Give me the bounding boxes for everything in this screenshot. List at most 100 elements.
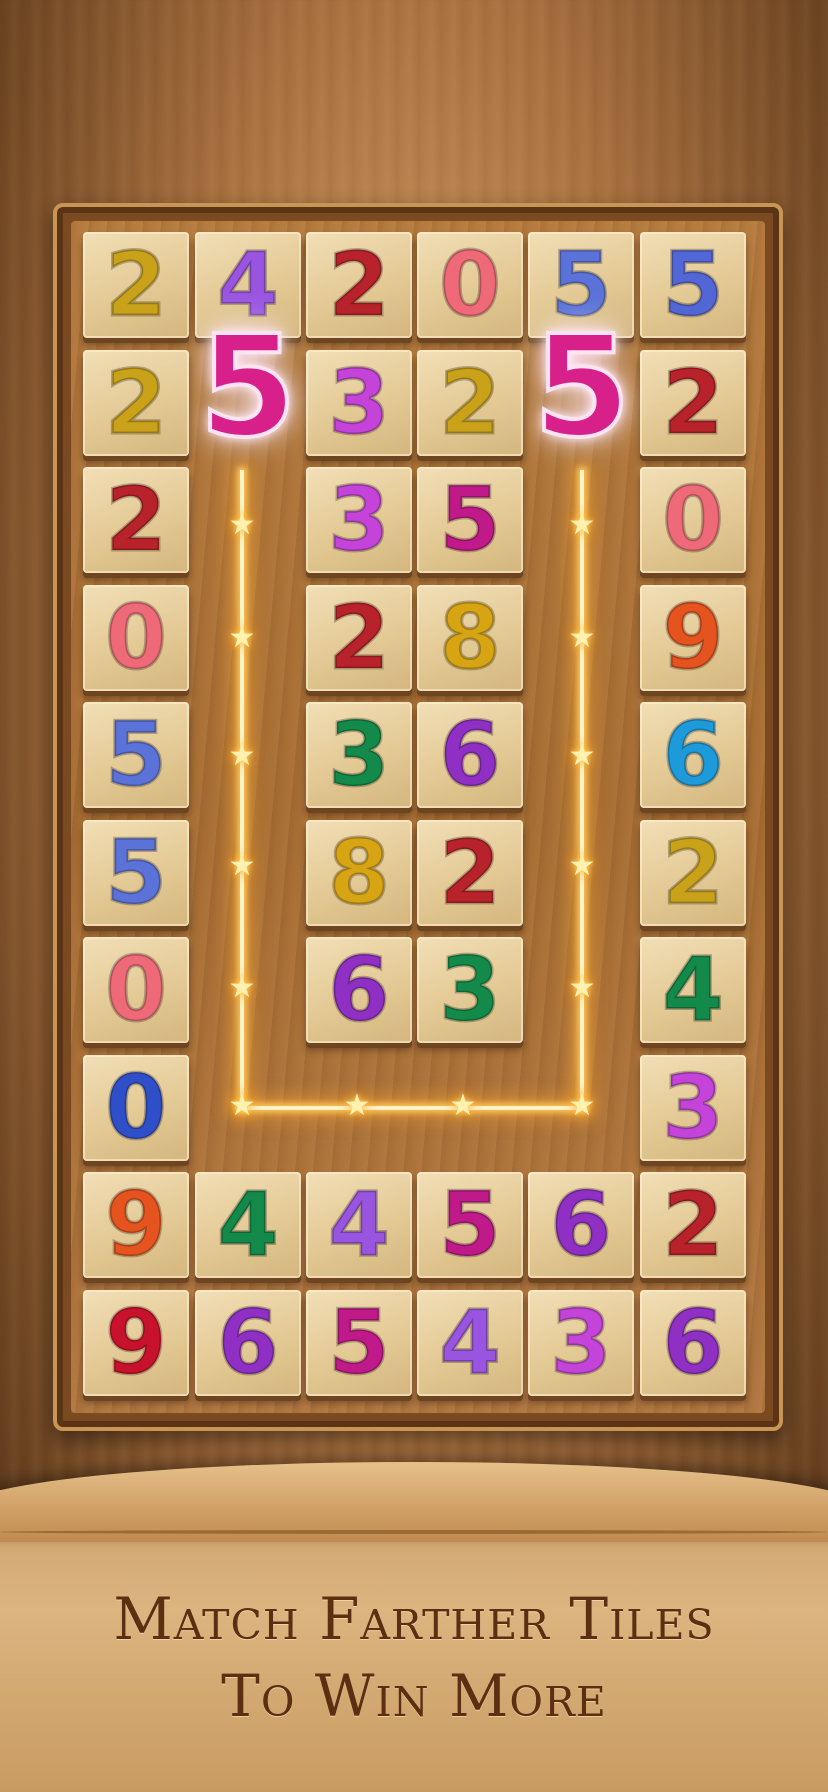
tile-number: 0 xyxy=(104,938,168,1041)
tile-r9-c4[interactable]: 5 xyxy=(417,1172,523,1278)
tagline-line-1: Match Farther Tiles xyxy=(113,1585,715,1653)
tile-number: 5 xyxy=(104,821,168,924)
tile-number: 5 xyxy=(104,703,168,806)
tile-r10-c5[interactable]: 3 xyxy=(528,1290,634,1396)
tile-number: 3 xyxy=(661,1056,725,1159)
tile-number: 6 xyxy=(661,703,725,806)
tile-number: 3 xyxy=(327,351,391,454)
tile-number: 6 xyxy=(549,1173,613,1276)
star-icon: ★ xyxy=(228,507,256,542)
tile-r4-c4[interactable]: 8 xyxy=(417,585,523,691)
tile-number: 2 xyxy=(104,468,168,571)
star-icon: ★ xyxy=(228,738,256,773)
tile-number: 5 xyxy=(438,468,502,571)
tile-r10-c6[interactable]: 6 xyxy=(640,1290,746,1396)
tile-number: 2 xyxy=(661,1173,725,1276)
tile-r6-c3[interactable]: 8 xyxy=(306,820,412,926)
tile-number: 2 xyxy=(327,233,391,336)
tile-r3-c1[interactable]: 2 xyxy=(83,467,189,573)
star-icon: ★ xyxy=(228,848,256,883)
tile-number: 2 xyxy=(438,821,502,924)
tile-number: 4 xyxy=(438,1291,502,1394)
tile-r6-c1[interactable]: 5 xyxy=(83,820,189,926)
star-icon: ★ xyxy=(228,970,256,1005)
tile-number: 6 xyxy=(216,1291,280,1394)
tile-r10-c2[interactable]: 6 xyxy=(195,1290,301,1396)
tile-number: 4 xyxy=(661,938,725,1041)
tile-r3-c6[interactable]: 0 xyxy=(640,467,746,573)
tile-r1-c4[interactable]: 0 xyxy=(417,232,523,338)
tile-r7-c1[interactable]: 0 xyxy=(83,937,189,1043)
tile-r10-c1[interactable]: 9 xyxy=(83,1290,189,1396)
tile-r2-c4[interactable]: 2 xyxy=(417,350,523,456)
tile-number: 6 xyxy=(327,938,391,1041)
star-icon: ★ xyxy=(568,1088,596,1123)
tagline-line-2: To Win More xyxy=(221,1662,607,1730)
tile-number: 3 xyxy=(327,468,391,571)
tile-number: 5 xyxy=(327,1291,391,1394)
tile-number: 2 xyxy=(661,351,725,454)
tile-r3-c3[interactable]: 3 xyxy=(306,467,412,573)
tile-r5-c1[interactable]: 5 xyxy=(83,702,189,808)
tile-number: 8 xyxy=(438,586,502,689)
tile-number: 2 xyxy=(327,586,391,689)
star-icon: ★ xyxy=(449,1088,477,1123)
tile-r5-c3[interactable]: 3 xyxy=(306,702,412,808)
tile-number: 4 xyxy=(327,1173,391,1276)
tile-r6-c4[interactable]: 2 xyxy=(417,820,523,926)
star-icon: ★ xyxy=(343,1088,371,1123)
tile-number: 9 xyxy=(104,1173,168,1276)
tile-r9-c3[interactable]: 4 xyxy=(306,1172,412,1278)
tile-r10-c3[interactable]: 5 xyxy=(306,1290,412,1396)
tile-number: 2 xyxy=(661,821,725,924)
tile-r2-c6[interactable]: 2 xyxy=(640,350,746,456)
star-icon: ★ xyxy=(228,1088,256,1123)
tile-number: 5 xyxy=(438,1173,502,1276)
tile-r2-c3[interactable]: 3 xyxy=(306,350,412,456)
tile-r4-c1[interactable]: 0 xyxy=(83,585,189,691)
star-icon: ★ xyxy=(568,970,596,1005)
tile-r5-c4[interactable]: 6 xyxy=(417,702,523,808)
star-icon: ★ xyxy=(228,620,256,655)
tile-r7-c6[interactable]: 4 xyxy=(640,937,746,1043)
path-line-right xyxy=(580,470,584,1108)
tile-number: 8 xyxy=(327,821,391,924)
tile-number: 0 xyxy=(661,468,725,571)
tile-r9-c1[interactable]: 9 xyxy=(83,1172,189,1278)
tile-r1-c1[interactable]: 2 xyxy=(83,232,189,338)
selected-tile-left[interactable]: 5 xyxy=(196,316,300,460)
tile-r1-c3[interactable]: 2 xyxy=(306,232,412,338)
tile-r10-c4[interactable]: 4 xyxy=(417,1290,523,1396)
star-icon: ★ xyxy=(568,507,596,542)
tile-r7-c4[interactable]: 3 xyxy=(417,937,523,1043)
selected-tile-right[interactable]: 5 xyxy=(530,316,634,460)
tile-r4-c3[interactable]: 2 xyxy=(306,585,412,691)
tile-r9-c5[interactable]: 6 xyxy=(528,1172,634,1278)
tile-number: 0 xyxy=(104,1056,168,1159)
tile-number: 0 xyxy=(438,233,502,336)
tile-r8-c6[interactable]: 3 xyxy=(640,1055,746,1161)
tile-number: 3 xyxy=(438,938,502,1041)
tile-number: 9 xyxy=(661,586,725,689)
tile-r5-c6[interactable]: 6 xyxy=(640,702,746,808)
tile-r3-c4[interactable]: 5 xyxy=(417,467,523,573)
tile-r2-c1[interactable]: 2 xyxy=(83,350,189,456)
tile-r9-c2[interactable]: 4 xyxy=(195,1172,301,1278)
tile-r7-c3[interactable]: 6 xyxy=(306,937,412,1043)
tile-number: 5 xyxy=(661,233,725,336)
tile-r1-c6[interactable]: 5 xyxy=(640,232,746,338)
tile-r6-c6[interactable]: 2 xyxy=(640,820,746,926)
path-line-left xyxy=(240,470,244,1108)
star-icon: ★ xyxy=(568,848,596,883)
tile-number: 3 xyxy=(549,1291,613,1394)
star-icon: ★ xyxy=(568,738,596,773)
tile-r8-c1[interactable]: 0 xyxy=(83,1055,189,1161)
star-icon: ★ xyxy=(568,620,596,655)
tile-r4-c6[interactable]: 9 xyxy=(640,585,746,691)
tile-r9-c6[interactable]: 2 xyxy=(640,1172,746,1278)
tile-number: 4 xyxy=(216,1173,280,1276)
tile-number: 6 xyxy=(661,1291,725,1394)
tile-number: 6 xyxy=(438,703,502,806)
tile-number: 0 xyxy=(104,586,168,689)
path-line-bottom xyxy=(240,1106,584,1110)
